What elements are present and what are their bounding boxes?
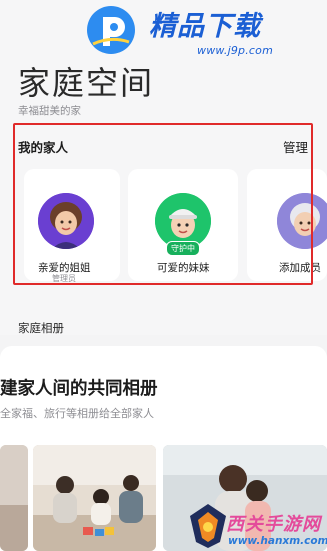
watermark-bottom: 西关手游网 www.hanxm.com — [188, 500, 327, 551]
brand-logo-icon — [87, 6, 135, 54]
album-photo-family-playing — [33, 445, 156, 551]
album-headline: 建家人间的共同相册 — [0, 379, 158, 399]
watermark-bottom-brand: 西关手游网 — [226, 514, 321, 535]
highlight-box — [13, 123, 313, 285]
album-description: 全家福、旅行等相册给全部家人 — [0, 407, 154, 420]
watermark-bottom-url: www.hanxm.com — [228, 535, 327, 547]
page-subtitle: 幸福甜美的家 — [18, 105, 81, 117]
page-title: 家庭空间 — [18, 64, 155, 102]
game-site-logo-icon — [190, 504, 226, 548]
watermark-url: www.j9p.com — [197, 44, 274, 57]
watermark-top: 精品下载 www.j9p.com — [77, 0, 325, 66]
album-photo — [0, 445, 28, 551]
family-album-section-label: 家庭相册 — [18, 321, 64, 335]
watermark-brand-text: 精品下载 — [149, 11, 261, 42]
